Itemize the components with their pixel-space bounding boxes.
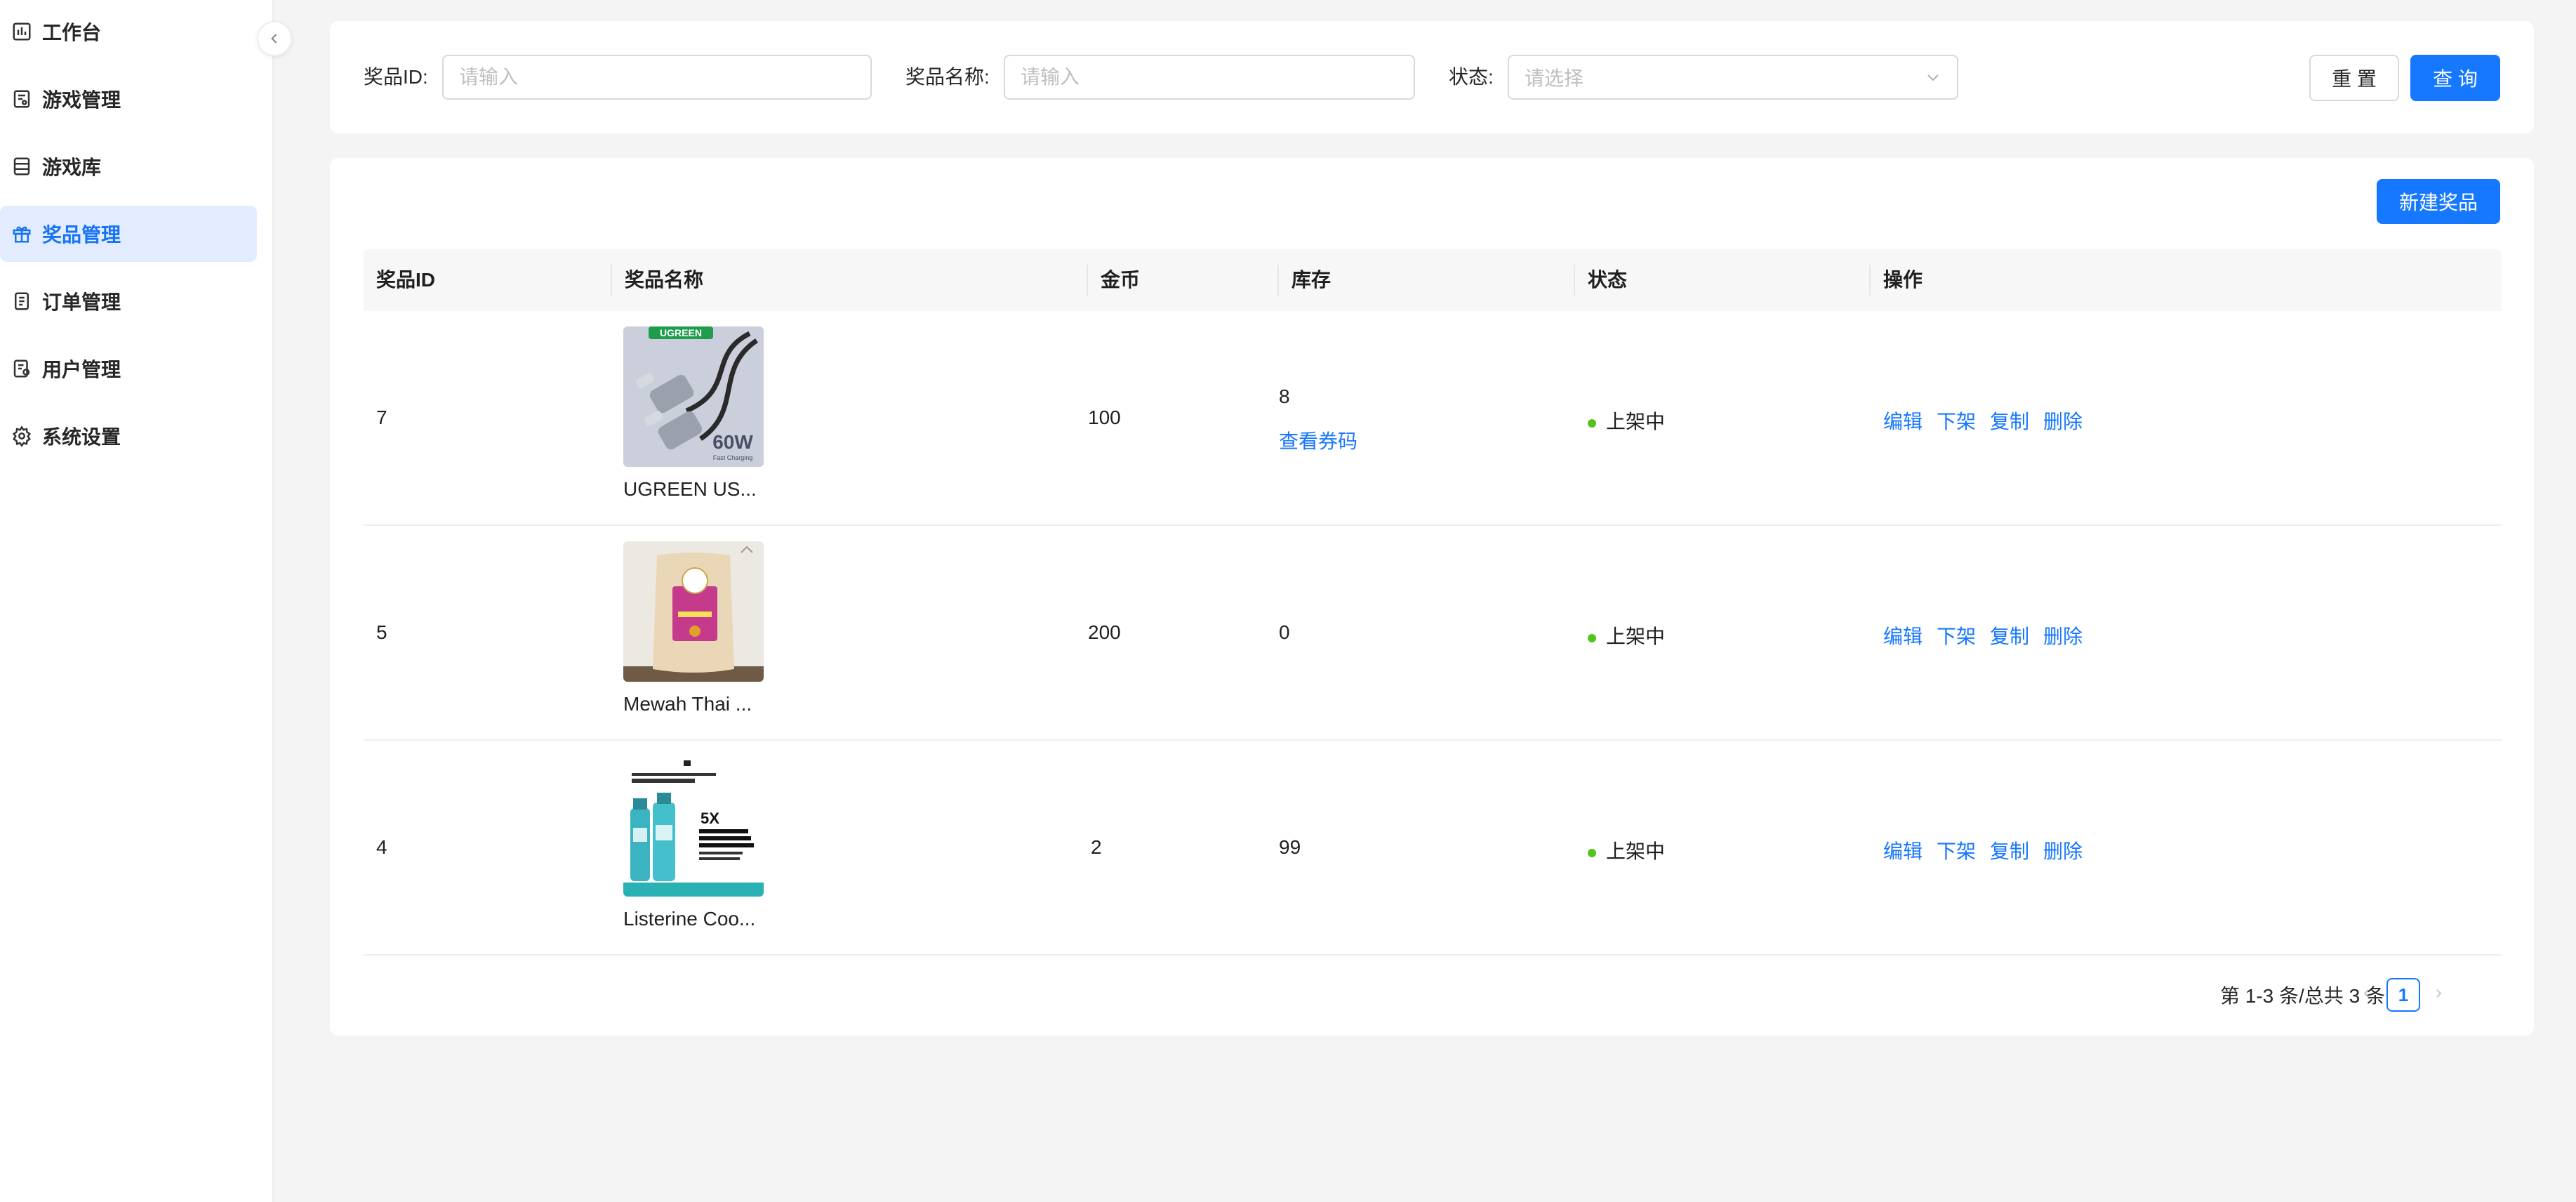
status-badge: 上架中 [1588, 407, 1665, 435]
rice-bag-image [623, 541, 764, 682]
status-select-placeholder: 请选择 [1525, 67, 1584, 89]
game-library-icon [11, 156, 32, 177]
chevron-down-icon [1925, 69, 1941, 86]
status-text: 上架中 [1606, 840, 1666, 862]
svg-text:UGREEN: UGREEN [660, 327, 702, 338]
filter-panel: 奖品ID: 奖品名称: 状态: 请选择 重 置 查 询 [330, 21, 2534, 133]
status-dot-icon [1588, 418, 1596, 428]
page-number-button[interactable]: 1 [2386, 978, 2420, 1012]
table-row: 5 Mewah Thai ... 200 0 上架中 编辑 下架 复制 删除 [364, 526, 2502, 741]
coins-cell: 2 [1091, 836, 1102, 858]
reset-button[interactable]: 重 置 [2309, 55, 2399, 101]
table-row: 4 5X Listerine Coo... 2 99 上架中 编辑 下架 复制 … [364, 741, 2502, 956]
sidebar-item-game-management[interactable]: 游戏管理 [0, 71, 257, 127]
chevron-left-icon [267, 32, 281, 46]
column-header-id: 奖品ID [376, 269, 436, 291]
sidebar-item-label: 游戏库 [42, 157, 102, 178]
stock-cell: 8 [1279, 385, 1290, 407]
game-management-icon [11, 88, 32, 110]
status-label: 状态: [1449, 66, 1494, 88]
sidebar-collapse-button[interactable] [257, 21, 292, 56]
prize-name-input[interactable] [1004, 55, 1415, 100]
new-prize-button[interactable]: 新建奖品 [2377, 179, 2500, 224]
delete-link[interactable]: 删除 [2043, 626, 2083, 647]
prev-page-button[interactable] [2357, 984, 2377, 1003]
status-dot-icon [1588, 633, 1596, 642]
prize-name-label: 奖品名称: [905, 66, 990, 88]
gift-icon [11, 223, 32, 244]
row-actions: 编辑 下架 复制 删除 [1883, 407, 2097, 435]
svg-text:60W: 60W [712, 431, 753, 453]
dashboard-icon [11, 21, 32, 42]
chevron-right-icon [2432, 987, 2445, 1000]
edit-link[interactable]: 编辑 [1883, 411, 1923, 432]
delist-link[interactable]: 下架 [1937, 411, 1976, 432]
column-header-coins: 金币 [1101, 269, 1141, 291]
row-actions: 编辑 下架 复制 删除 [1883, 621, 2097, 649]
sidebar-item-user-management[interactable]: 用户管理 [0, 341, 257, 397]
copy-link[interactable]: 复制 [1990, 626, 2029, 647]
copy-link[interactable]: 复制 [1990, 411, 2029, 432]
delist-link[interactable]: 下架 [1937, 840, 1976, 862]
status-text: 上架中 [1606, 411, 1666, 432]
column-header-actions: 操作 [1883, 269, 1923, 291]
status-badge: 上架中 [1588, 621, 1665, 649]
status-select[interactable]: 请选择 [1508, 55, 1958, 100]
sidebar-item-workbench[interactable]: 工作台 [0, 4, 257, 60]
stock-cell: 0 [1279, 621, 1290, 643]
sidebar-item-label: 用户管理 [42, 359, 121, 381]
delete-link[interactable]: 删除 [2043, 840, 2083, 862]
order-icon [11, 291, 32, 312]
column-header-name: 奖品名称 [625, 269, 704, 291]
user-icon [11, 358, 32, 379]
sidebar-item-label: 工作台 [42, 22, 102, 44]
sidebar: 工作台 游戏管理 游戏库 奖品管理 订单管理 用户管理 系统设置 [0, 0, 274, 1202]
usb-cable-image: UGREEN 60W Fast Charging [623, 326, 764, 467]
gear-icon [11, 425, 32, 447]
delete-link[interactable]: 删除 [2043, 411, 2083, 432]
stock-cell: 99 [1279, 836, 1301, 858]
prize-name-cell: Mewah Thai ... [623, 693, 752, 715]
prize-name-cell: Listerine Coo... [623, 908, 756, 930]
sidebar-item-label: 系统设置 [42, 426, 121, 448]
chevron-left-icon [2361, 987, 2373, 1000]
table-header: 奖品ID 奖品名称 金币 库存 状态 操作 [364, 249, 2502, 311]
sidebar-item-label: 订单管理 [42, 291, 121, 313]
prize-id-cell: 5 [376, 621, 387, 643]
table-row: 7 UGREEN 60W Fast Charging UGREEN US... … [364, 311, 2502, 526]
view-voucher-codes-link[interactable]: 查看券码 [1279, 426, 1357, 454]
edit-link[interactable]: 编辑 [1883, 626, 1923, 647]
sidebar-item-game-library[interactable]: 游戏库 [0, 138, 257, 194]
sidebar-item-label: 游戏管理 [42, 89, 121, 111]
prize-id-input[interactable] [442, 55, 872, 100]
prize-name-cell: UGREEN US... [623, 478, 757, 500]
coins-cell: 100 [1088, 407, 1121, 428]
delist-link[interactable]: 下架 [1937, 626, 1976, 647]
sidebar-item-label: 奖品管理 [42, 224, 121, 246]
status-text: 上架中 [1606, 626, 1666, 647]
sidebar-item-system-settings[interactable]: 系统设置 [0, 408, 257, 464]
prize-id-cell: 4 [376, 836, 387, 858]
svg-text:5X: 5X [701, 810, 719, 827]
prize-table-panel: 新建奖品 奖品ID 奖品名称 金币 库存 状态 操作 7 UGREEN 60W … [330, 158, 2534, 1036]
sidebar-item-order-management[interactable]: 订单管理 [0, 273, 257, 329]
prize-id-label: 奖品ID: [364, 66, 428, 88]
svg-text:Fast Charging: Fast Charging [713, 454, 753, 461]
status-dot-icon [1588, 848, 1596, 857]
row-actions: 编辑 下架 复制 删除 [1883, 836, 2097, 864]
column-header-status: 状态 [1588, 269, 1628, 291]
status-badge: 上架中 [1588, 836, 1665, 864]
coins-cell: 200 [1088, 621, 1121, 643]
sidebar-item-prize-management[interactable]: 奖品管理 [0, 206, 257, 262]
copy-link[interactable]: 复制 [1990, 840, 2029, 862]
search-button[interactable]: 查 询 [2410, 55, 2500, 101]
column-header-stock: 库存 [1292, 269, 1332, 291]
next-page-button[interactable] [2429, 984, 2448, 1003]
edit-link[interactable]: 编辑 [1883, 840, 1923, 862]
prize-id-cell: 7 [376, 407, 387, 428]
mouthwash-image: 5X [623, 756, 764, 897]
